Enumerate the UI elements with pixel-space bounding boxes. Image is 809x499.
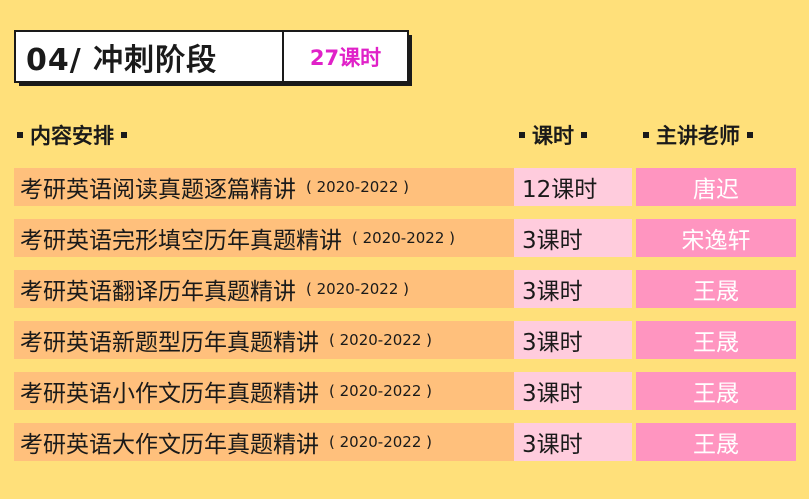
- hours-cell: 3课时: [514, 321, 632, 359]
- course-name: 考研英语小作文历年真题精讲: [20, 381, 319, 407]
- column-header-content: 内容安排: [10, 120, 134, 150]
- course-years: ( 2020-2022 ): [329, 433, 433, 451]
- course-cell: 考研英语完形填空历年真题精讲 ( 2020-2022 ): [14, 219, 514, 257]
- bullet-square-icon: [519, 132, 525, 138]
- course-years: ( 2020-2022 ): [306, 178, 410, 196]
- hours-cell: 3课时: [514, 372, 632, 410]
- course-cell: 考研英语翻译历年真题精讲 ( 2020-2022 ): [14, 270, 514, 308]
- teacher-cell: 王晟: [636, 423, 796, 461]
- course-cell: 考研英语大作文历年真题精讲 ( 2020-2022 ): [14, 423, 514, 461]
- course-name: 考研英语阅读真题逐篇精讲: [20, 177, 296, 203]
- hours-cell: 3课时: [514, 219, 632, 257]
- column-header-hours: 课时: [512, 120, 594, 150]
- stage-title: 04/ 冲刺阶段: [16, 32, 284, 81]
- header-panel: 04/ 冲刺阶段 27课时: [14, 30, 409, 83]
- course-name: 考研英语完形填空历年真题精讲: [20, 228, 342, 254]
- course-cell: 考研英语小作文历年真题精讲 ( 2020-2022 ): [14, 372, 514, 410]
- teacher-cell: 宋逸轩: [636, 219, 796, 257]
- bullet-square-icon: [17, 132, 23, 138]
- teacher-cell: 王晟: [636, 270, 796, 308]
- course-years: ( 2020-2022 ): [329, 331, 433, 349]
- bullet-square-icon: [581, 132, 587, 138]
- teacher-cell: 王晟: [636, 372, 796, 410]
- column-label-content: 内容安排: [30, 124, 114, 148]
- bullet-square-icon: [747, 132, 753, 138]
- course-years: ( 2020-2022 ): [352, 229, 456, 247]
- hours-cell: 3课时: [514, 270, 632, 308]
- stage-header: 04/ 冲刺阶段 27课时: [14, 30, 412, 86]
- column-header-teacher: 主讲老师: [636, 120, 760, 150]
- hours-cell: 12课时: [514, 168, 632, 206]
- bullet-square-icon: [643, 132, 649, 138]
- stage-total-hours: 27课时: [309, 45, 382, 70]
- course-years: ( 2020-2022 ): [329, 382, 433, 400]
- teacher-cell: 唐迟: [636, 168, 796, 206]
- column-label-hours: 课时: [532, 124, 574, 148]
- course-cell: 考研英语新题型历年真题精讲 ( 2020-2022 ): [14, 321, 514, 359]
- course-name: 考研英语大作文历年真题精讲: [20, 432, 319, 458]
- bullet-square-icon: [121, 132, 127, 138]
- column-label-teacher: 主讲老师: [656, 124, 740, 148]
- course-name: 考研英语翻译历年真题精讲: [20, 279, 296, 305]
- course-name: 考研英语新题型历年真题精讲: [20, 330, 319, 356]
- teacher-cell: 王晟: [636, 321, 796, 359]
- course-years: ( 2020-2022 ): [306, 280, 410, 298]
- course-cell: 考研英语阅读真题逐篇精讲 ( 2020-2022 ): [14, 168, 514, 206]
- hours-cell: 3课时: [514, 423, 632, 461]
